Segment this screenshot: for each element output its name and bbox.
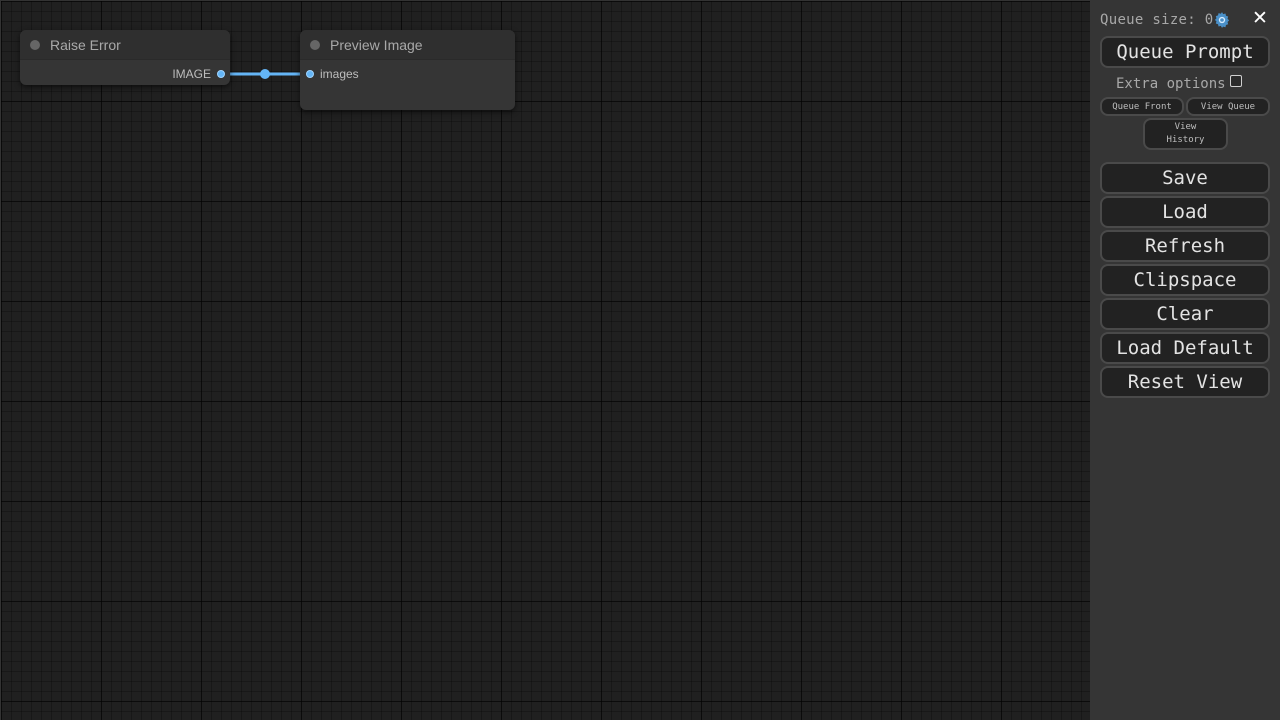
graph-canvas[interactable] bbox=[0, 0, 1090, 720]
node-collapse-dot[interactable] bbox=[310, 39, 320, 50]
input-slot-label: images bbox=[320, 67, 359, 81]
raise-error-node[interactable]: Raise Error IMAGE bbox=[20, 30, 230, 85]
refresh-button[interactable]: Refresh bbox=[1100, 230, 1270, 262]
output-slot-label: IMAGE bbox=[172, 67, 211, 81]
clear-button[interactable]: Clear bbox=[1100, 298, 1270, 330]
queue-front-button[interactable]: Queue Front bbox=[1100, 97, 1184, 116]
raise-error-node-title-bar[interactable]: Raise Error bbox=[20, 30, 230, 60]
preview-image-node-title: Preview Image bbox=[330, 36, 423, 53]
close-icon[interactable]: ✕ bbox=[1250, 7, 1270, 29]
extra-options-label: Extra options bbox=[1116, 76, 1226, 92]
preview-image-node-title-bar[interactable]: Preview Image bbox=[300, 30, 515, 60]
extra-options-row: Extra options bbox=[1116, 74, 1242, 94]
input-slot-dot[interactable] bbox=[306, 70, 314, 78]
queue-size-row: Queue size: 0 ✕ bbox=[1100, 7, 1270, 31]
node-collapse-dot[interactable] bbox=[30, 39, 40, 50]
output-slot-dot[interactable] bbox=[217, 70, 225, 78]
preview-image-node[interactable]: Preview Image images bbox=[300, 30, 515, 110]
load-default-button[interactable]: Load Default bbox=[1100, 332, 1270, 364]
view-queue-button[interactable]: View Queue bbox=[1186, 97, 1270, 116]
output-slot-image[interactable]: IMAGE bbox=[172, 67, 225, 81]
queue-prompt-button[interactable]: Queue Prompt bbox=[1100, 36, 1270, 68]
gear-icon[interactable] bbox=[1212, 10, 1232, 30]
queue-menu-panel: Queue size: 0 ✕ Queue Prompt Extra optio… bbox=[1090, 0, 1280, 720]
clipspace-button[interactable]: Clipspace bbox=[1100, 264, 1270, 296]
queue-size-label: Queue size: 0 bbox=[1100, 12, 1214, 28]
extra-options-checkbox[interactable] bbox=[1229, 75, 1242, 87]
load-button[interactable]: Load bbox=[1100, 196, 1270, 228]
save-button[interactable]: Save bbox=[1100, 162, 1270, 194]
raise-error-node-title: Raise Error bbox=[50, 36, 121, 53]
reset-view-button[interactable]: Reset View bbox=[1100, 366, 1270, 398]
input-slot-images[interactable]: images bbox=[306, 67, 359, 81]
view-history-button[interactable]: View History bbox=[1143, 118, 1228, 150]
